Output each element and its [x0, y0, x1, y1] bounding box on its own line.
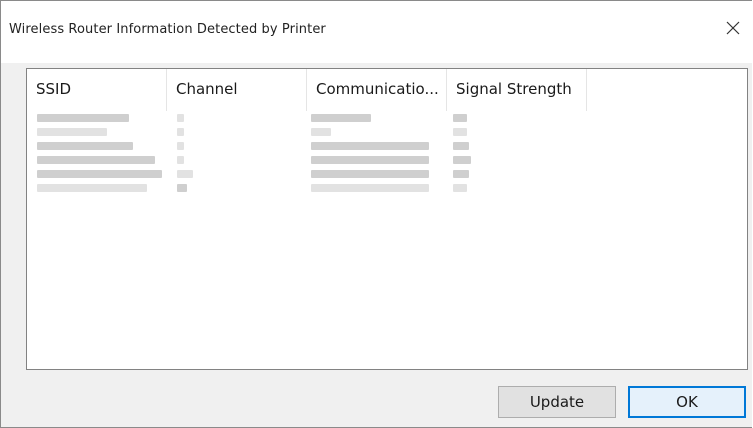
channel-cell-redacted — [177, 128, 184, 136]
communication-cell-redacted — [311, 184, 429, 192]
communication-cell-redacted — [311, 156, 429, 164]
ssid-cell-redacted — [37, 156, 155, 164]
channel-cell-redacted — [177, 156, 184, 164]
communication-cell-redacted — [311, 170, 429, 178]
signal-cell-redacted — [453, 114, 467, 122]
channel-cell-redacted — [177, 170, 193, 178]
signal-cell-redacted — [453, 156, 471, 164]
ssid-cell-redacted — [37, 170, 162, 178]
table-row[interactable] — [27, 139, 747, 153]
channel-cell-redacted — [177, 142, 184, 150]
channel-cell-redacted — [177, 184, 187, 192]
signal-cell-redacted — [453, 128, 467, 136]
ssid-cell-redacted — [37, 114, 129, 122]
column-header-signal-strength[interactable]: Signal Strength — [447, 69, 587, 111]
signal-cell-redacted — [453, 170, 469, 178]
column-header-communication[interactable]: Communicatio... — [307, 69, 447, 111]
communication-cell-redacted — [311, 114, 371, 122]
table-row[interactable] — [27, 111, 747, 125]
ssid-cell-redacted — [37, 184, 147, 192]
list-header: SSID Channel Communicatio... Signal Stre… — [27, 69, 587, 111]
column-header-ssid[interactable]: SSID — [27, 69, 167, 111]
router-info-dialog: Wireless Router Information Detected by … — [0, 0, 752, 428]
ok-button[interactable]: OK — [628, 386, 746, 418]
table-row[interactable] — [27, 125, 747, 139]
communication-cell-redacted — [311, 128, 331, 136]
table-row[interactable] — [27, 153, 747, 167]
list-rows — [27, 111, 747, 195]
title-bar: Wireless Router Information Detected by … — [1, 1, 752, 63]
close-icon — [726, 21, 740, 35]
ssid-cell-redacted — [37, 128, 107, 136]
column-header-channel[interactable]: Channel — [167, 69, 307, 111]
communication-cell-redacted — [311, 142, 429, 150]
signal-cell-redacted — [453, 184, 467, 192]
table-row[interactable] — [27, 181, 747, 195]
close-button[interactable] — [720, 15, 746, 41]
update-button[interactable]: Update — [498, 386, 616, 418]
channel-cell-redacted — [177, 114, 184, 122]
ssid-cell-redacted — [37, 142, 133, 150]
signal-cell-redacted — [453, 142, 469, 150]
router-list[interactable]: SSID Channel Communicatio... Signal Stre… — [26, 68, 748, 370]
table-row[interactable] — [27, 167, 747, 181]
dialog-title: Wireless Router Information Detected by … — [9, 22, 326, 37]
